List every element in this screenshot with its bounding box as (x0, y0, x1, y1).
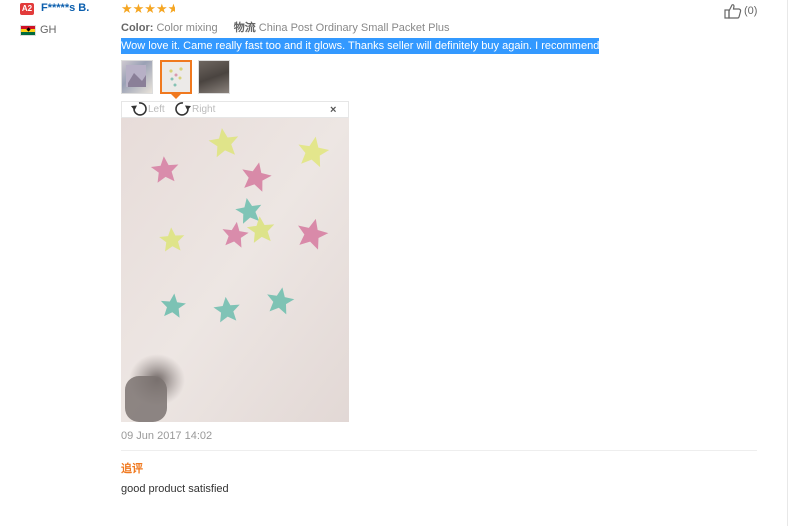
rotate-left-icon (131, 102, 147, 116)
review-text: Wow love it. Came really fast too and it… (121, 38, 600, 54)
order-attributes: Color: Color mixing 物流 China Post Ordina… (121, 19, 450, 35)
flag-icon (20, 25, 36, 36)
review-photo-thumb-2[interactable] (160, 60, 192, 94)
divider (121, 450, 757, 451)
followup-label: 追评 (121, 463, 143, 475)
rotate-left-button[interactable]: Left (130, 101, 165, 117)
review-photo-thumb-1[interactable] (121, 60, 153, 94)
rotate-right-button[interactable]: Right (174, 101, 215, 117)
review-photo-large (121, 118, 349, 422)
color-key: Color: (121, 22, 154, 34)
review-date: 09 Jun 2017 14:02 (121, 430, 213, 442)
level-badge: A2 (20, 3, 34, 15)
color-value: Color mixing (156, 22, 218, 34)
rotate-right-icon (175, 102, 191, 116)
logistics-key: 物流 (233, 22, 256, 34)
followup-text: good product satisfied (121, 483, 229, 495)
selected-thumb-indicator (171, 94, 181, 99)
star-icons: ★★★★ (121, 1, 168, 16)
rotate-right-label: Right (192, 103, 216, 115)
helpful-button[interactable]: (0) (724, 3, 757, 19)
rotate-left-label: Left (148, 103, 165, 115)
logistics-value: China Post Ordinary Small Packet Plus (258, 22, 450, 34)
thumbs-up-icon (724, 4, 742, 19)
review-photo-thumb-3[interactable] (198, 60, 230, 94)
scrollbar-edge (787, 0, 788, 526)
helpful-count: (0) (744, 5, 758, 17)
close-icon[interactable]: × (330, 104, 336, 116)
half-star-icon: ★ (167, 1, 175, 16)
reviewer-country: GH (40, 24, 57, 36)
reviewer-name[interactable]: F*****s B. (41, 2, 89, 14)
star-rating: ★★★★★ (121, 1, 175, 17)
